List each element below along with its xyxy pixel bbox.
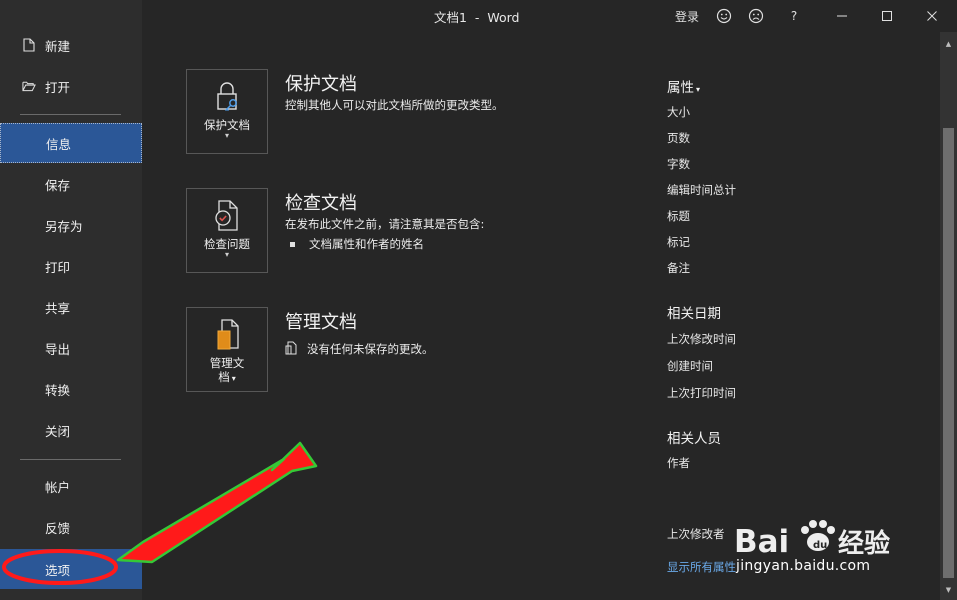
backstage-sidebar: 新建 打开 信息 保存 另存为 打印 共享 导出 转换 关闭 帐户 反馈 选项 — [0, 0, 142, 600]
manage-document-button[interactable]: 管理文 档 ▾ — [186, 307, 268, 392]
nav-feedback-label: 反馈 — [45, 520, 71, 536]
people-author: 作者 — [667, 456, 690, 470]
annotation-overlay — [2, 441, 318, 585]
inspect-description: 在发布此文件之前，请注意其是否包含: — [285, 217, 485, 231]
svg-text:du: du — [813, 540, 827, 551]
nav-open[interactable]: 打开 — [0, 67, 142, 105]
nav-print-label: 打印 — [45, 259, 71, 275]
close-button[interactable] — [921, 4, 943, 28]
svg-text:经验: 经验 — [838, 528, 890, 559]
inspect-title: 检查文档 — [285, 193, 357, 214]
dropdown-caret-icon: ▾ — [224, 250, 229, 259]
property-title: 标题 — [667, 209, 690, 223]
window-title: 文档1 - Word — [434, 10, 520, 25]
protect-title: 保护文档 — [285, 74, 357, 95]
manage-document-label-line1: 管理文 — [209, 356, 245, 370]
nav-close[interactable]: 关闭 — [0, 411, 142, 449]
date-last-modified: 上次修改时间 — [667, 332, 736, 346]
nav-info-label: 信息 — [46, 136, 72, 152]
bullet-icon — [290, 242, 295, 247]
date-last-printed: 上次打印时间 — [667, 386, 736, 400]
property-size: 大小 — [667, 105, 690, 119]
smile-feedback-icon[interactable] — [713, 4, 735, 28]
property-editing-time: 编辑时间总计 — [667, 183, 736, 197]
show-all-properties-link[interactable]: 显示所有属性 — [667, 559, 736, 575]
manage-document-label-line2-text: 档 — [218, 370, 230, 384]
related-people-heading: 相关人员 — [667, 431, 721, 447]
new-document-icon — [22, 38, 36, 52]
sidebar-divider — [20, 114, 121, 115]
nav-save-as-label: 另存为 — [45, 218, 83, 234]
date-created: 创建时间 — [667, 359, 713, 373]
nav-new[interactable]: 新建 — [0, 26, 142, 64]
nav-options[interactable]: 选项 — [0, 549, 142, 589]
check-issues-button[interactable]: 检查问题 ▾ — [186, 188, 268, 273]
maximize-button[interactable] — [876, 4, 898, 28]
chevron-down-icon: ▾ — [696, 85, 701, 94]
document-icon — [285, 341, 297, 358]
svg-text:Bai: Bai — [734, 524, 789, 560]
related-dates-heading: 相关日期 — [667, 306, 721, 322]
manage-title: 管理文档 — [285, 312, 357, 333]
nav-share-label: 共享 — [45, 300, 71, 316]
nav-transform[interactable]: 转换 — [0, 370, 142, 408]
manage-description: 没有任何未保存的更改。 — [307, 342, 434, 356]
minimize-button[interactable] — [831, 4, 853, 28]
dropdown-caret-icon: ▾ — [224, 131, 229, 140]
nav-account-label: 帐户 — [45, 479, 71, 495]
nav-save-label: 保存 — [45, 177, 71, 193]
scroll-down-arrow-icon[interactable]: ▼ — [940, 582, 957, 598]
manage-document-label-line2: 档 ▾ — [218, 370, 236, 386]
nav-new-label: 新建 — [45, 38, 71, 54]
scroll-up-arrow-icon[interactable]: ▲ — [940, 36, 957, 52]
protect-document-button[interactable]: 保护文档 ▾ — [186, 69, 268, 154]
scroll-thumb[interactable] — [943, 128, 954, 578]
nav-options-label: 选项 — [45, 562, 71, 578]
nav-print[interactable]: 打印 — [0, 247, 142, 285]
nav-save[interactable]: 保存 — [0, 165, 142, 203]
vertical-scrollbar[interactable]: ▲ ▼ — [940, 32, 957, 600]
property-comments: 备注 — [667, 261, 690, 275]
manage-status: 没有任何未保存的更改。 — [285, 341, 434, 358]
inspect-document-icon — [209, 199, 245, 233]
nav-account[interactable]: 帐户 — [0, 467, 142, 505]
nav-export[interactable]: 导出 — [0, 329, 142, 367]
nav-info[interactable]: 信息 — [0, 123, 142, 163]
property-pages: 页数 — [667, 131, 690, 145]
property-tags: 标记 — [667, 235, 690, 249]
frown-feedback-icon[interactable] — [745, 4, 767, 28]
sidebar-divider — [20, 459, 121, 460]
check-issues-label: 检查问题 — [204, 237, 250, 251]
dropdown-caret-icon: ▾ — [231, 374, 236, 383]
nav-share[interactable]: 共享 — [0, 288, 142, 326]
inspect-bullet-text: 文档属性和作者的姓名 — [309, 237, 424, 251]
nav-close-label: 关闭 — [45, 423, 71, 439]
protect-document-label: 保护文档 — [204, 118, 250, 132]
lock-icon — [209, 80, 245, 114]
nav-feedback[interactable]: 反馈 — [0, 508, 142, 546]
nav-save-as[interactable]: 另存为 — [0, 206, 142, 244]
protect-description: 控制其他人可以对此文档所做的更改类型。 — [285, 98, 504, 112]
folder-open-icon — [22, 79, 36, 93]
people-last-modified-by: 上次修改者 — [667, 527, 725, 541]
annotation-arrow — [116, 441, 318, 564]
properties-heading: 属性 — [667, 80, 694, 96]
inspect-bullet-item: 文档属性和作者的姓名 — [290, 236, 424, 252]
signin-link[interactable]: 登录 — [672, 4, 702, 28]
properties-dropdown[interactable]: 属性 ▾ — [667, 76, 700, 96]
nav-transform-label: 转换 — [45, 382, 71, 398]
nav-open-label: 打开 — [45, 79, 71, 95]
nav-export-label: 导出 — [45, 341, 71, 357]
property-words: 字数 — [667, 157, 690, 171]
help-button[interactable]: ? — [784, 4, 804, 28]
manage-document-icon — [209, 318, 245, 352]
watermark-url: jingyan.baidu.com — [736, 558, 871, 574]
